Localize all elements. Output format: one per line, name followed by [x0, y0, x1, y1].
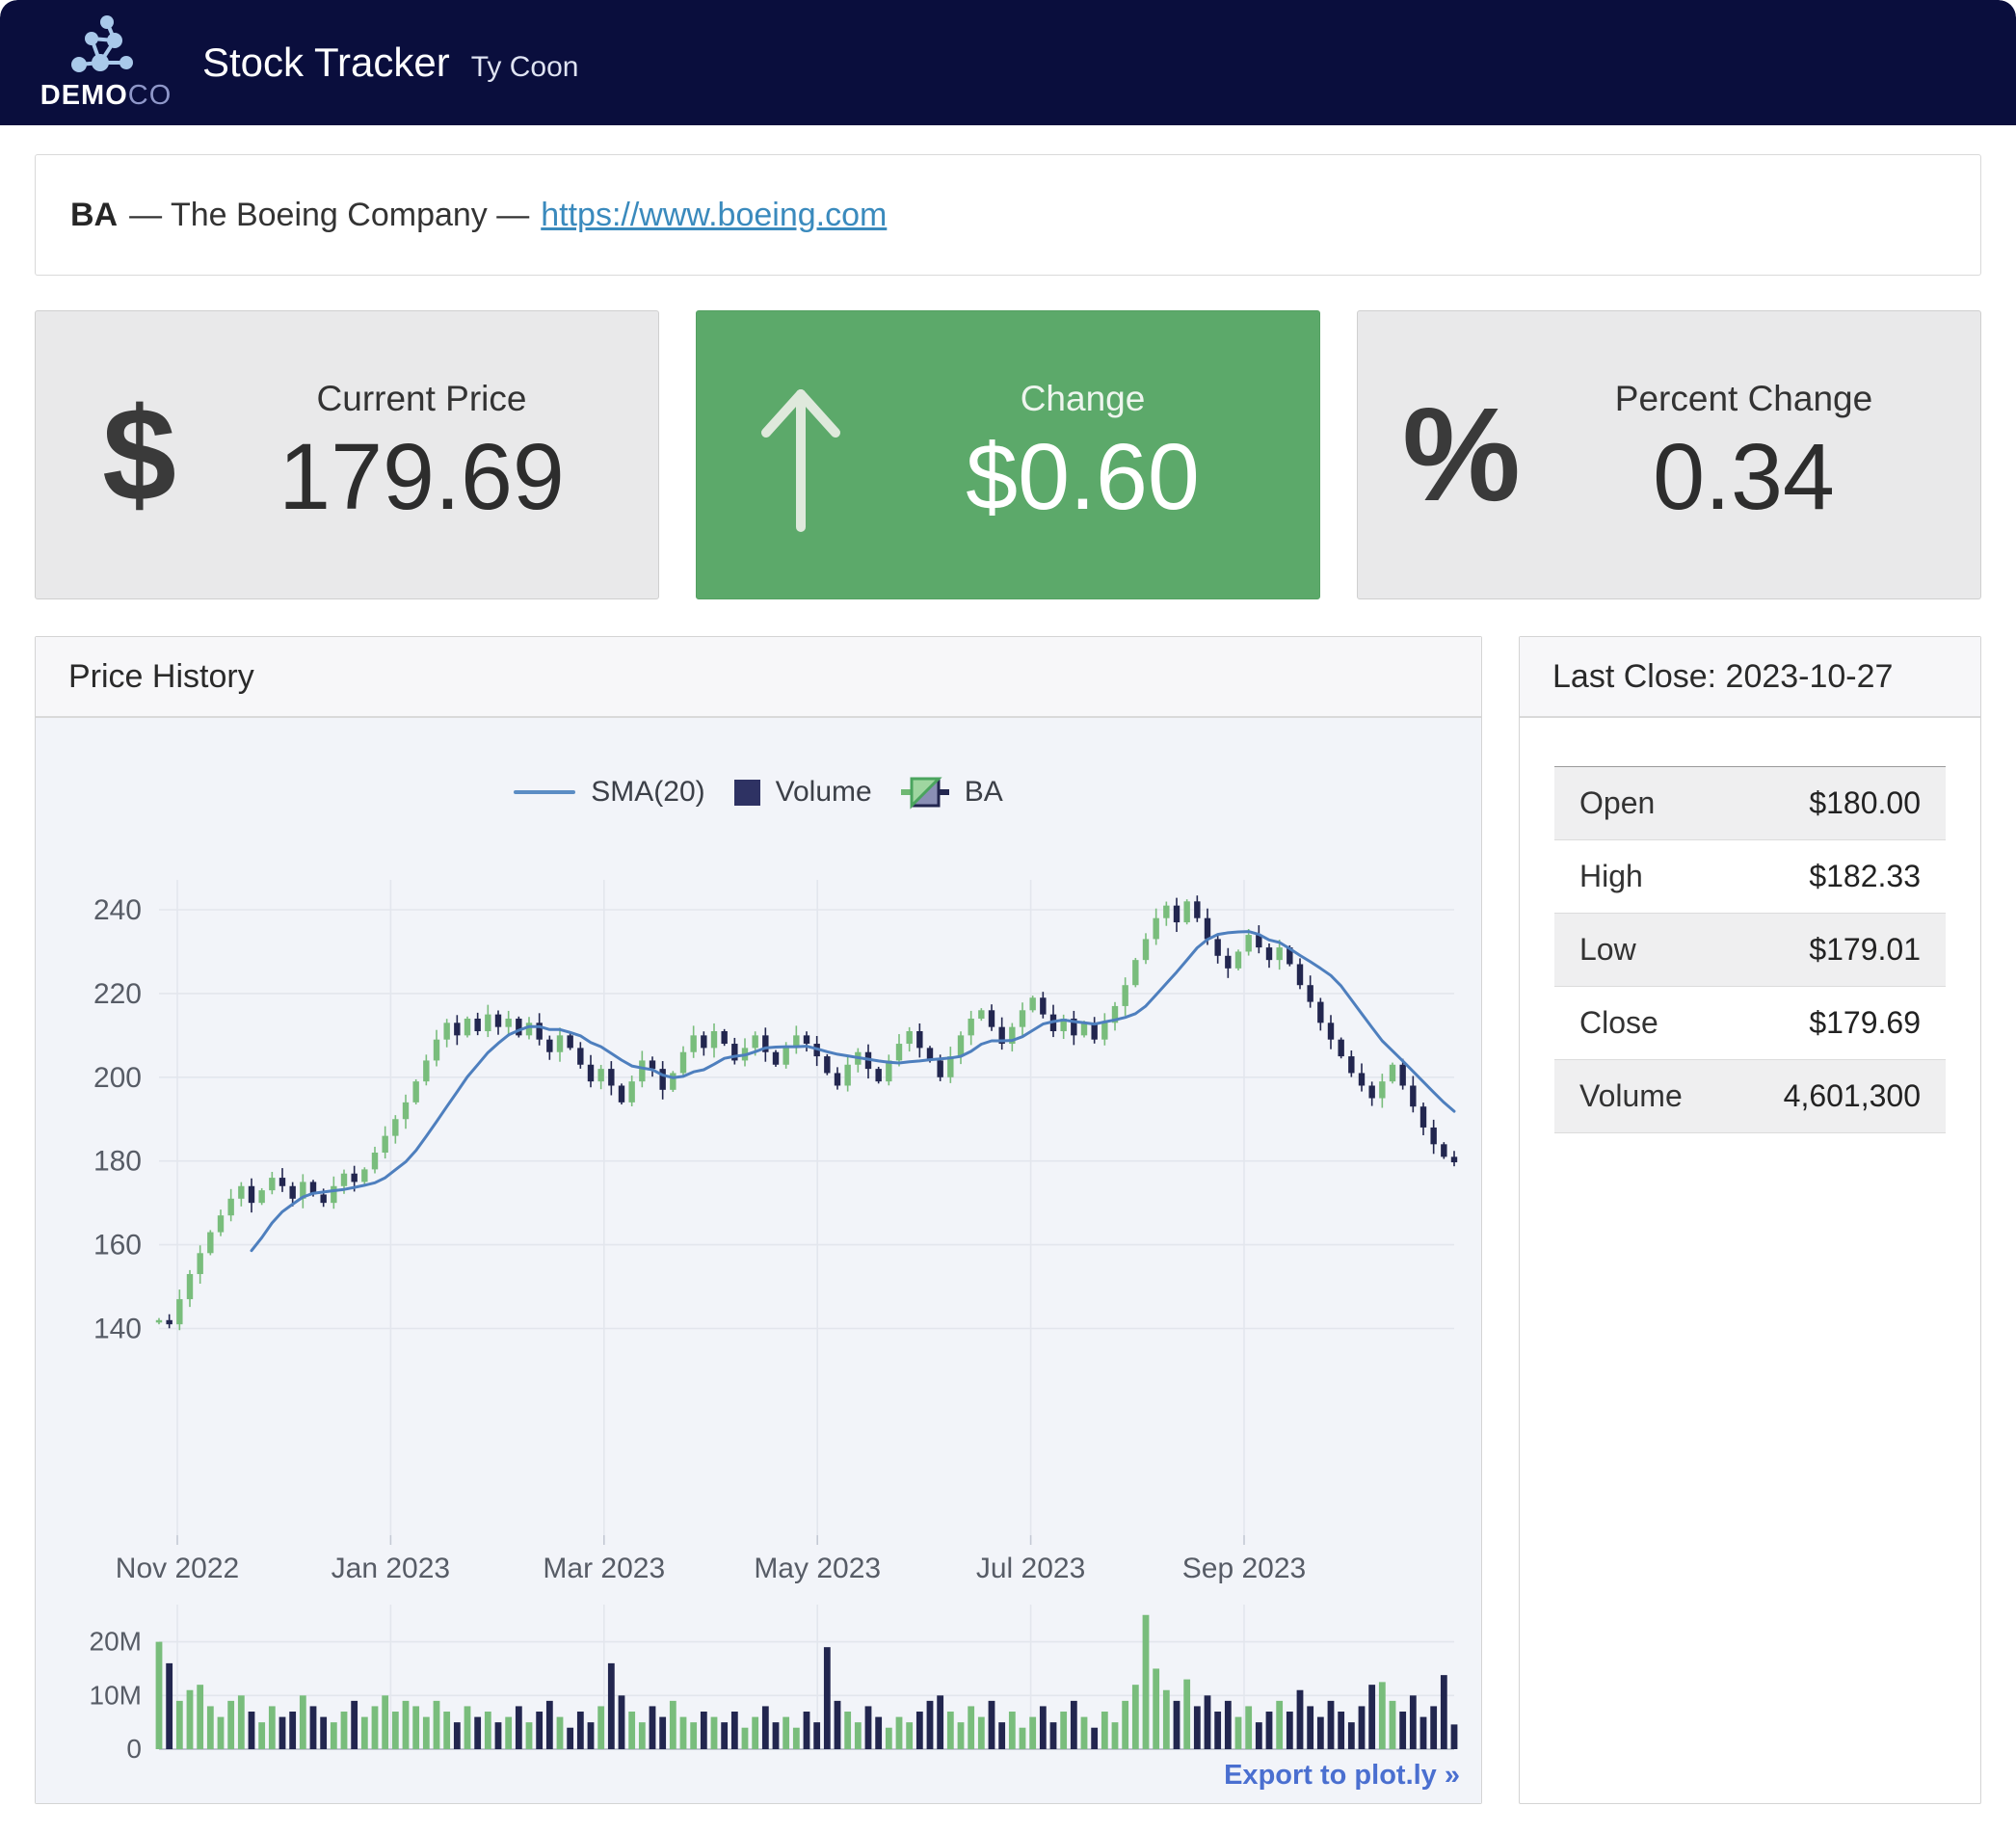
percent-icon: % [1402, 379, 1521, 532]
table-row-open: Open $180.00 [1554, 767, 1946, 840]
svg-text:220: 220 [93, 978, 142, 1010]
percent-change-label: Percent Change [1615, 379, 1872, 419]
last-close-title: Last Close: 2023-10-27 [1552, 658, 1893, 696]
volume-swatch [734, 780, 760, 806]
table-row-low: Low $179.01 [1554, 914, 1946, 987]
legend-label-volume: Volume [776, 776, 872, 809]
candlestick-swatch [901, 772, 949, 812]
legend-label-sma: SMA(20) [591, 776, 704, 809]
svg-text:20M: 20M [90, 1627, 142, 1657]
main-row: Price History SMA(20) Volume [35, 636, 1981, 1804]
table-row-volume: Volume 4,601,300 [1554, 1060, 1946, 1133]
percent-change-card: % Percent Change 0.34 [1357, 310, 1981, 599]
company-url-link[interactable]: https://www.boeing.com [541, 197, 887, 234]
last-close-table: Open $180.00 High $182.33 Low $179.01 Cl… [1554, 766, 1946, 1133]
svg-text:140: 140 [93, 1314, 142, 1345]
svg-text:160: 160 [93, 1230, 142, 1262]
change-label: Change [1021, 379, 1146, 419]
stats-row: $ Current Price 179.69 Change $0.60 [35, 310, 1981, 599]
percent-change-value: 0.34 [1653, 423, 1835, 531]
export-plotly-link[interactable]: Export to plot.ly » [1224, 1760, 1460, 1792]
app-header: DEMOCO Stock Tracker Ty Coon [0, 0, 2016, 125]
svg-text:180: 180 [93, 1146, 142, 1178]
molecule-icon [68, 14, 144, 78]
chart-legend: SMA(20) Volume BA [36, 772, 1481, 812]
last-close-panel: Last Close: 2023-10-27 Open $180.00 High… [1519, 636, 1981, 1804]
current-price-card: $ Current Price 179.69 [35, 310, 659, 599]
svg-text:Nov 2022: Nov 2022 [116, 1553, 239, 1584]
ticker-bar: BA — The Boeing Company — https://www.bo… [35, 154, 1981, 276]
price-history-title: Price History [68, 658, 254, 696]
price-history-chart[interactable]: Nov 2022 Jan 2023 Mar 2023 May 2023 Jul 2023… [36, 718, 1481, 1803]
dollar-icon: $ [102, 379, 176, 532]
page: DEMOCO Stock Tracker Ty Coon BA — The Bo… [0, 0, 2016, 1833]
change-value: $0.60 [966, 423, 1200, 531]
svg-text:Jan 2023: Jan 2023 [332, 1553, 450, 1584]
ticker-company: — The Boeing Company — [129, 197, 529, 234]
svg-text:Mar 2023: Mar 2023 [543, 1553, 665, 1584]
change-card: Change $0.60 [696, 310, 1320, 599]
svg-text:240: 240 [93, 894, 142, 926]
price-history-chart-area: SMA(20) Volume BA [36, 718, 1481, 1803]
ticker-symbol: BA [70, 197, 118, 234]
logo: DEMOCO [39, 14, 173, 112]
svg-text:10M: 10M [90, 1680, 142, 1710]
table-row-close: Close $179.69 [1554, 987, 1946, 1060]
current-price-label: Current Price [317, 379, 527, 419]
legend-item-sma[interactable]: SMA(20) [514, 776, 704, 809]
last-close-header: Last Close: 2023-10-27 [1520, 637, 1980, 718]
price-history-panel: Price History SMA(20) Volume [35, 636, 1482, 1804]
svg-text:May 2023: May 2023 [754, 1553, 881, 1584]
current-price-value: 179.69 [279, 423, 565, 531]
last-close-body: Open $180.00 High $182.33 Low $179.01 Cl… [1520, 718, 1980, 1182]
svg-text:0: 0 [126, 1734, 142, 1764]
svg-text:200: 200 [93, 1062, 142, 1094]
page-title: Stock Tracker [202, 40, 450, 86]
legend-item-ba[interactable]: BA [901, 772, 1003, 812]
svg-text:Sep 2023: Sep 2023 [1182, 1553, 1306, 1584]
arrow-up-icon [743, 373, 859, 537]
page-subtitle: Ty Coon [471, 51, 579, 84]
legend-label-ba: BA [965, 776, 1003, 809]
sma-line-swatch [514, 790, 575, 794]
legend-item-volume[interactable]: Volume [734, 776, 872, 809]
svg-text:Jul 2023: Jul 2023 [976, 1553, 1085, 1584]
price-history-header: Price History [36, 637, 1481, 718]
table-row-high: High $182.33 [1554, 840, 1946, 914]
logo-text: DEMOCO [40, 80, 172, 112]
